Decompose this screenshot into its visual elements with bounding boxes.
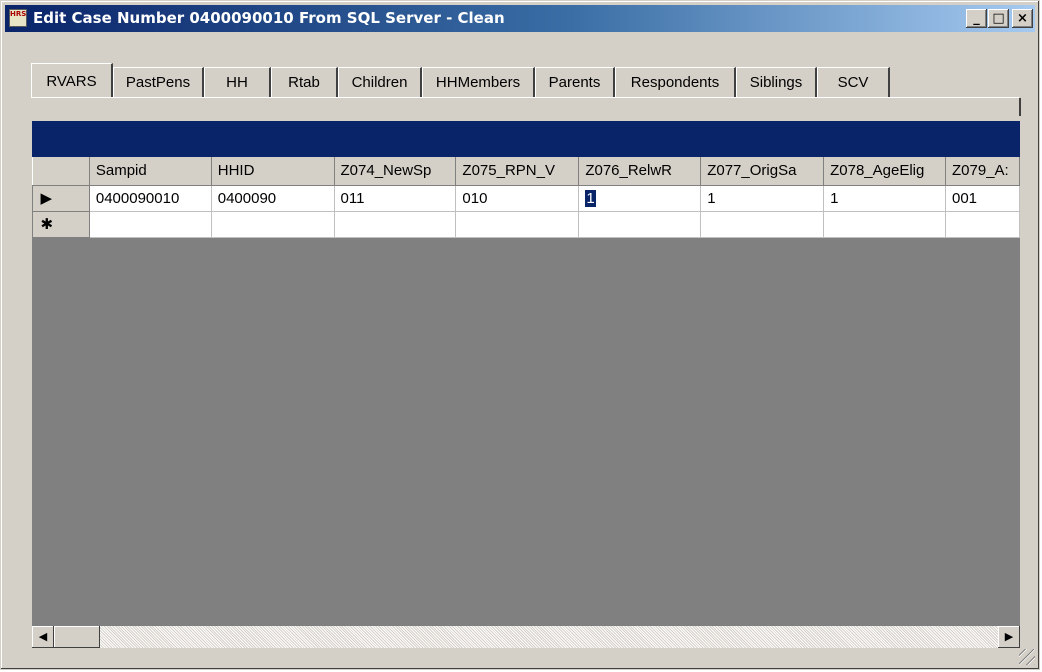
grid-cell[interactable] <box>945 211 1020 238</box>
column-header[interactable]: Z079_A: <box>945 157 1020 186</box>
column-header[interactable]: Sampid <box>88 157 212 186</box>
tab-rtab[interactable]: Rtab <box>271 67 338 97</box>
minimize-button[interactable]: _ <box>966 9 987 28</box>
tab-respondents[interactable]: Respondents <box>615 67 736 97</box>
grid-cell[interactable]: 010 <box>455 185 580 212</box>
scrollbar-thumb[interactable] <box>54 626 100 648</box>
tab-siblings[interactable]: Siblings <box>736 67 817 97</box>
title-bar[interactable]: HRS Edit Case Number 0400090010 From SQL… <box>5 5 1035 32</box>
grid-cell[interactable]: 001 <box>945 185 1020 212</box>
grid-cell[interactable] <box>334 211 457 238</box>
grid-cell-selected[interactable]: 1 <box>578 185 702 212</box>
tab-hh[interactable]: HH <box>204 67 271 97</box>
tab-scv[interactable]: SCV <box>817 67 890 97</box>
column-header[interactable]: Z077_OrigSa <box>700 157 825 186</box>
grid-cell[interactable] <box>455 211 580 238</box>
grid-cell[interactable] <box>578 211 702 238</box>
grid-cell[interactable]: 0400090 <box>211 185 335 212</box>
grid-cell[interactable]: 0400090010 <box>89 185 212 212</box>
grid-table: Sampid HHID Z074_NewSp Z075_RPN_V Z076_R… <box>32 157 1020 238</box>
grid-caption-bar <box>32 121 1020 157</box>
tab-hhmembers[interactable]: HHMembers <box>422 67 535 97</box>
selected-cell-text[interactable]: 1 <box>585 189 596 207</box>
grid-cell[interactable] <box>823 211 946 238</box>
maximize-button[interactable]: □ <box>988 9 1009 28</box>
horizontal-scrollbar[interactable]: ◀ ▶ <box>32 626 1020 648</box>
tab-pastpens[interactable]: PastPens <box>113 67 204 97</box>
header-row: Sampid HHID Z074_NewSp Z075_RPN_V Z076_R… <box>32 157 1020 186</box>
grid-cell[interactable] <box>211 211 335 238</box>
app-icon: HRS <box>9 9 27 27</box>
tab-panel <box>31 98 1021 116</box>
column-header[interactable]: Z075_RPN_V <box>455 157 580 186</box>
scroll-right-button[interactable]: ▶ <box>998 626 1020 648</box>
resize-grip-icon[interactable] <box>1019 649 1035 665</box>
edit-case-window: HRS Edit Case Number 0400090010 From SQL… <box>0 0 1040 670</box>
scroll-left-button[interactable]: ◀ <box>32 626 54 648</box>
grid-cell[interactable] <box>700 211 825 238</box>
close-button[interactable]: × <box>1012 9 1033 28</box>
new-row-indicator-icon[interactable]: ✱ <box>32 211 90 238</box>
table-row: ▶ 0400090010 0400090 011 010 1 1 1 001 <box>32 185 1020 212</box>
grid-cell[interactable] <box>89 211 212 238</box>
tab-rvars[interactable]: RVARS <box>31 63 113 97</box>
column-header[interactable]: Z078_AgeElig <box>823 157 946 186</box>
grid-cell[interactable]: 1 <box>823 185 946 212</box>
tab-children[interactable]: Children <box>338 67 422 97</box>
column-header[interactable]: Z076_RelwR <box>578 157 702 186</box>
tab-parents[interactable]: Parents <box>535 67 615 97</box>
grid-cell[interactable]: 1 <box>700 185 825 212</box>
row-header-corner <box>32 157 90 186</box>
column-header[interactable]: Z074_NewSp <box>333 157 457 186</box>
data-grid[interactable]: Sampid HHID Z074_NewSp Z075_RPN_V Z076_R… <box>32 121 1020 626</box>
new-row: ✱ <box>32 211 1020 238</box>
grid-cell[interactable]: 011 <box>334 185 457 212</box>
window-title: Edit Case Number 0400090010 From SQL Ser… <box>33 9 505 27</box>
column-header[interactable]: HHID <box>210 157 335 186</box>
current-row-indicator-icon[interactable]: ▶ <box>32 185 90 212</box>
